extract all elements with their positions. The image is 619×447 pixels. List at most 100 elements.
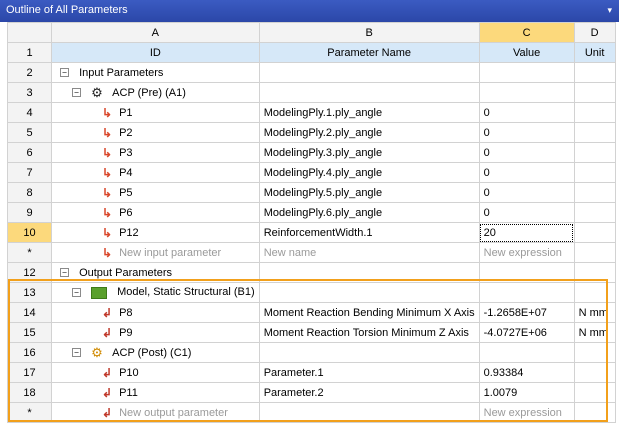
- value-cell[interactable]: 0: [478, 162, 575, 183]
- table-row[interactable]: 5 ↳ P2 ModelingPly.2.ply_angle 0: [7, 122, 616, 143]
- collapse-toggle-icon[interactable]: −: [72, 288, 81, 298]
- name-cell[interactable]: [258, 262, 480, 283]
- name-cell[interactable]: ModelingPly.1.ply_angle: [258, 102, 480, 123]
- new-name-cell[interactable]: New name: [258, 242, 480, 263]
- table-row[interactable]: 14 ↲ P8 Moment Reaction Bending Minimum X…: [7, 302, 616, 323]
- column-header-d[interactable]: D: [573, 22, 616, 43]
- value-cell[interactable]: -4.0727E+06: [478, 322, 575, 343]
- id-cell[interactable]: ↲ P8: [51, 302, 260, 323]
- column-header-b[interactable]: B: [258, 22, 480, 43]
- row-number[interactable]: 1: [7, 42, 52, 63]
- table-row[interactable]: 3 − ⚙ ACP (Pre) (A1): [7, 82, 616, 103]
- id-cell[interactable]: ↲ P11: [51, 382, 260, 403]
- name-cell[interactable]: Parameter.2: [258, 382, 480, 403]
- new-expression-cell[interactable]: New expression: [478, 402, 575, 423]
- id-cell[interactable]: − ⚙ ACP (Post) (C1): [51, 342, 260, 363]
- unit-cell[interactable]: [573, 162, 616, 183]
- name-cell[interactable]: ModelingPly.2.ply_angle: [258, 122, 480, 143]
- collapse-toggle-icon[interactable]: −: [72, 88, 81, 97]
- row-number[interactable]: 16: [7, 342, 52, 363]
- collapse-toggle-icon[interactable]: −: [60, 68, 69, 78]
- unit-cell[interactable]: [573, 122, 616, 143]
- unit-cell[interactable]: [573, 142, 616, 163]
- id-cell[interactable]: ↲ P9: [51, 322, 260, 343]
- value-cell[interactable]: [478, 342, 575, 363]
- row-number[interactable]: 18: [7, 382, 52, 403]
- row-number[interactable]: 5: [7, 122, 52, 143]
- unit-cell[interactable]: [573, 382, 616, 403]
- table-row[interactable]: 17 ↲ P10 Parameter.1 0.93384: [7, 362, 616, 383]
- value-cell[interactable]: [478, 282, 575, 303]
- new-output-parameter-cell[interactable]: ↲ New output parameter: [51, 402, 260, 423]
- corner-cell[interactable]: [7, 22, 52, 43]
- id-cell[interactable]: ↳ P3: [51, 142, 260, 163]
- row-number[interactable]: 12: [7, 262, 52, 283]
- row-number[interactable]: 9: [7, 202, 52, 223]
- new-expression-cell[interactable]: New expression: [478, 242, 575, 263]
- unit-cell[interactable]: [573, 242, 616, 263]
- id-cell[interactable]: − Output Parameters: [51, 262, 260, 283]
- id-cell[interactable]: − ⚙ ACP (Pre) (A1): [51, 82, 260, 103]
- unit-cell[interactable]: N mm: [573, 302, 616, 323]
- column-header-c[interactable]: C: [478, 22, 575, 43]
- table-row[interactable]: 8 ↳ P5 ModelingPly.5.ply_angle 0: [7, 182, 616, 203]
- dropdown-arrow-icon[interactable]: ▾: [607, 5, 612, 16]
- value-cell[interactable]: 0: [478, 142, 575, 163]
- value-cell[interactable]: [478, 82, 575, 103]
- row-number[interactable]: 4: [7, 102, 52, 123]
- table-row[interactable]: 4 ↳ P1 ModelingPly.1.ply_angle 0: [7, 102, 616, 123]
- row-number[interactable]: *: [7, 402, 52, 423]
- name-cell[interactable]: ModelingPly.3.ply_angle: [258, 142, 480, 163]
- table-row[interactable]: 6 ↳ P3 ModelingPly.3.ply_angle 0: [7, 142, 616, 163]
- table-row[interactable]: 12 − Output Parameters: [7, 262, 616, 283]
- row-number[interactable]: 8: [7, 182, 52, 203]
- id-cell[interactable]: ↳ P4: [51, 162, 260, 183]
- row-number[interactable]: 2: [7, 62, 52, 83]
- id-cell[interactable]: ↳ P6: [51, 202, 260, 223]
- name-cell[interactable]: ModelingPly.6.ply_angle: [258, 202, 480, 223]
- table-row[interactable]: 16 − ⚙ ACP (Post) (C1): [7, 342, 616, 363]
- table-row[interactable]: 9 ↳ P6 ModelingPly.6.ply_angle 0: [7, 202, 616, 223]
- row-number[interactable]: *: [7, 242, 52, 263]
- unit-cell[interactable]: [573, 282, 616, 303]
- unit-cell[interactable]: [573, 62, 616, 83]
- id-cell[interactable]: − Model, Static Structural (B1): [51, 282, 260, 303]
- row-number[interactable]: 10: [7, 222, 52, 243]
- new-output-row[interactable]: * ↲ New output parameter New expression: [7, 402, 616, 423]
- name-cell[interactable]: [258, 282, 480, 303]
- table-row[interactable]: 18 ↲ P11 Parameter.2 1.0079: [7, 382, 616, 403]
- value-cell[interactable]: -1.2658E+07: [478, 302, 575, 323]
- value-cell[interactable]: [478, 62, 575, 83]
- name-cell[interactable]: ModelingPly.4.ply_angle: [258, 162, 480, 183]
- unit-cell[interactable]: [573, 402, 616, 423]
- id-cell[interactable]: ↳ P12: [51, 222, 260, 243]
- unit-cell[interactable]: [573, 222, 616, 243]
- unit-cell[interactable]: [573, 342, 616, 363]
- name-cell[interactable]: Moment Reaction Bending Minimum X Axis: [258, 302, 480, 323]
- id-cell[interactable]: − Input Parameters: [51, 62, 260, 83]
- row-number[interactable]: 17: [7, 362, 52, 383]
- collapse-toggle-icon[interactable]: −: [60, 268, 69, 278]
- name-cell[interactable]: [258, 62, 480, 83]
- unit-cell[interactable]: N mm: [573, 322, 616, 343]
- table-row[interactable]: 7 ↳ P4 ModelingPly.4.ply_angle 0: [7, 162, 616, 183]
- name-cell[interactable]: Moment Reaction Torsion Minimum Z Axis: [258, 322, 480, 343]
- unit-cell[interactable]: [573, 182, 616, 203]
- new-input-row[interactable]: * ↳ New input parameter New name New expr…: [7, 242, 616, 263]
- column-header-a[interactable]: A: [51, 22, 260, 43]
- id-cell[interactable]: ↳ P1: [51, 102, 260, 123]
- value-cell[interactable]: 0.93384: [478, 362, 575, 383]
- name-cell[interactable]: [258, 342, 480, 363]
- name-cell[interactable]: Parameter.1: [258, 362, 480, 383]
- unit-cell[interactable]: [573, 82, 616, 103]
- unit-cell[interactable]: [573, 202, 616, 223]
- value-cell[interactable]: 0: [478, 182, 575, 203]
- unit-cell[interactable]: [573, 102, 616, 123]
- new-input-parameter-cell[interactable]: ↳ New input parameter: [51, 242, 260, 263]
- value-cell-active[interactable]: 20: [478, 222, 575, 243]
- unit-cell[interactable]: [573, 262, 616, 283]
- name-cell[interactable]: ModelingPly.5.ply_angle: [258, 182, 480, 203]
- id-cell[interactable]: ↲ P10: [51, 362, 260, 383]
- id-cell[interactable]: ↳ P5: [51, 182, 260, 203]
- value-cell[interactable]: 1.0079: [478, 382, 575, 403]
